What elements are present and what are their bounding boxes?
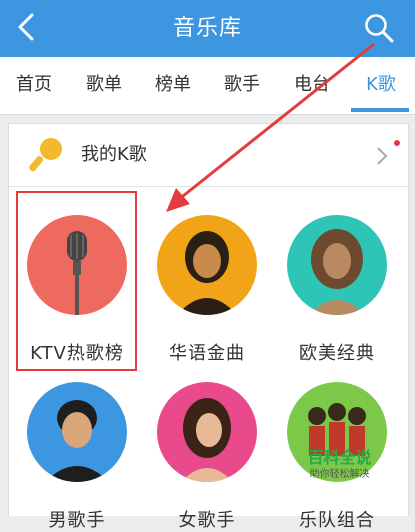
page-title: 音乐库 xyxy=(172,16,242,41)
active-tab-indicator xyxy=(351,108,409,112)
highlight-box xyxy=(16,191,137,371)
chevron-right-icon xyxy=(377,147,388,165)
watermark-subtitle: 助你轻松解决 xyxy=(309,469,370,480)
category-male-singers[interactable]: 男歌手 xyxy=(12,382,142,532)
category-label: 乐队组合 xyxy=(299,510,375,531)
tab-radio[interactable]: 电台 xyxy=(282,57,342,114)
tab-karaoke[interactable]: K歌 xyxy=(351,57,411,114)
category-label: 女歌手 xyxy=(178,510,236,531)
tab-home[interactable]: 首页 xyxy=(4,57,64,114)
category-female-singers[interactable]: 女歌手 xyxy=(142,382,272,532)
watermark-title: 百科全说 xyxy=(307,448,372,467)
notification-dot xyxy=(394,140,400,146)
category-image xyxy=(157,215,257,315)
search-icon[interactable] xyxy=(363,12,395,44)
tab-singers[interactable]: 歌手 xyxy=(212,57,272,114)
category-image xyxy=(157,382,257,482)
category-label: 男歌手 xyxy=(48,510,106,531)
category-chinese-classics[interactable]: 华语金曲 xyxy=(142,215,272,365)
category-label: 欧美经典 xyxy=(299,343,375,364)
category-label: 华语金曲 xyxy=(169,343,245,364)
watermark: 百科全说 助你轻松解决 xyxy=(292,448,387,490)
microphone-icon xyxy=(29,138,62,172)
singer-portrait xyxy=(309,229,365,315)
category-image xyxy=(287,215,387,315)
singer-portrait xyxy=(177,231,237,315)
tab-bar: 首页 歌单 榜单 歌手 电台 K歌 xyxy=(0,57,415,115)
top-bar: 音乐库 xyxy=(0,0,415,57)
my-karaoke-label: 我的K歌 xyxy=(81,144,147,165)
category-image xyxy=(27,382,127,482)
tab-playlists[interactable]: 歌单 xyxy=(74,57,134,114)
singer-portrait xyxy=(45,400,109,482)
singer-portrait xyxy=(181,398,233,482)
tab-charts[interactable]: 榜单 xyxy=(143,57,203,114)
category-western-classics[interactable]: 欧美经典 xyxy=(272,215,402,365)
my-karaoke-row[interactable]: 我的K歌 xyxy=(9,124,408,187)
